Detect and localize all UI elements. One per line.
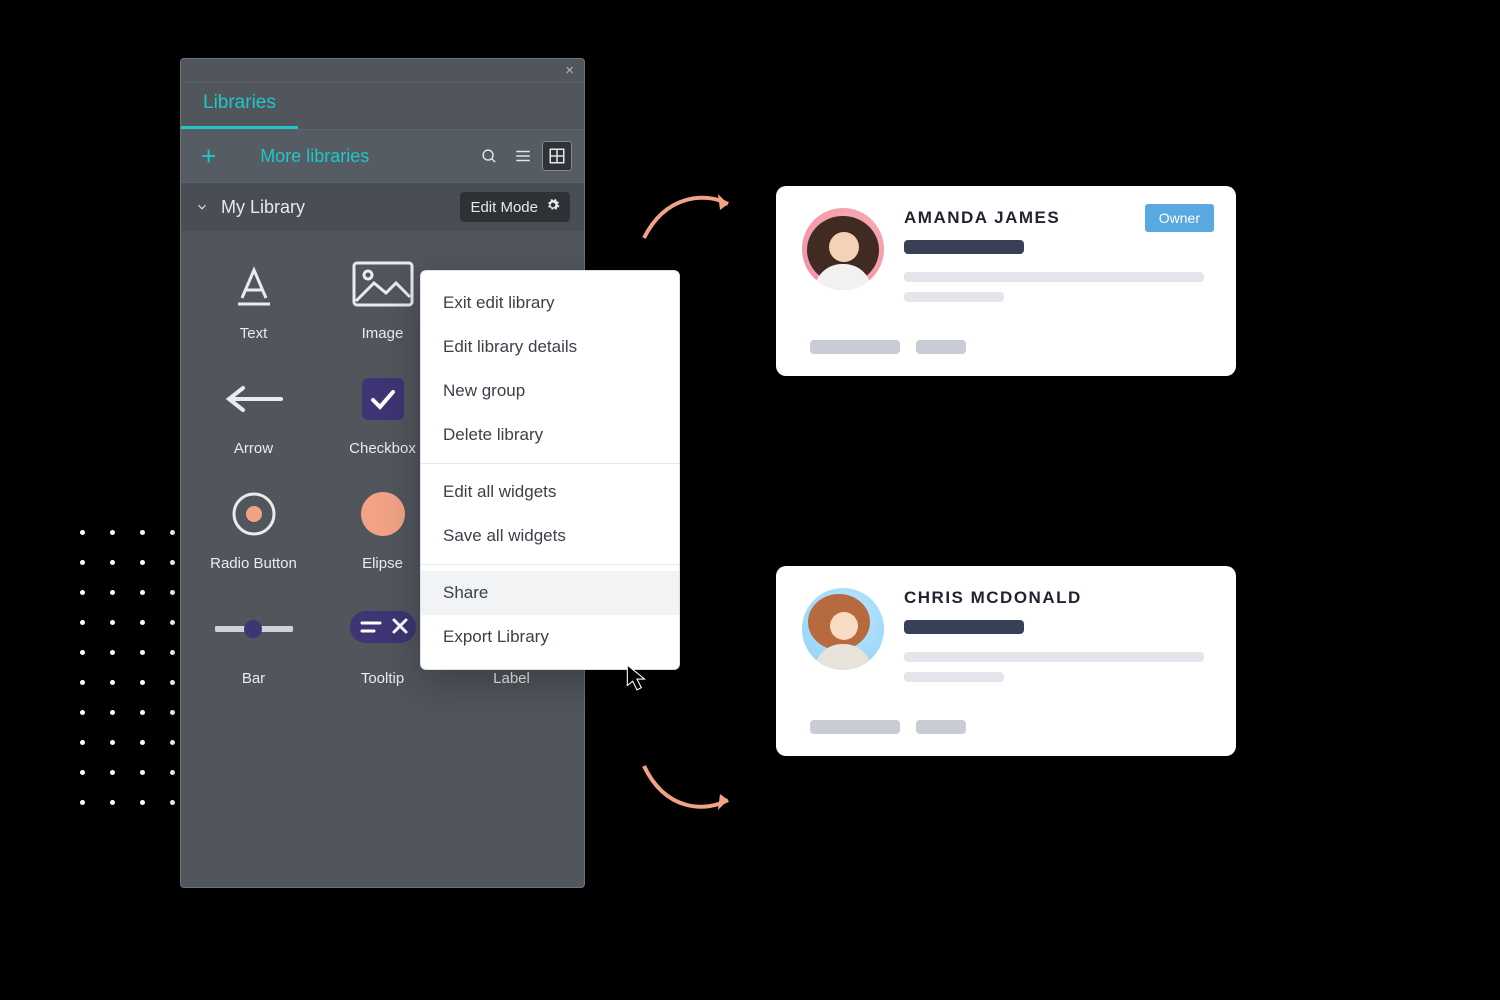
chevron-down-icon xyxy=(195,200,209,214)
gear-icon xyxy=(546,198,560,216)
widget-bar[interactable]: Bar xyxy=(189,600,318,687)
menu-item-share[interactable]: Share xyxy=(421,571,679,615)
panel-tabs: Libraries xyxy=(181,83,584,129)
more-libraries-link[interactable]: More libraries xyxy=(260,146,369,167)
edit-mode-label: Edit Mode xyxy=(470,199,538,216)
user-name: CHRIS MCDONALD xyxy=(904,588,1210,608)
panel-titlebar: × xyxy=(181,59,584,83)
menu-item-delete-library[interactable]: Delete library xyxy=(421,413,679,457)
user-card-chris-mcdonald: CHRIS MCDONALD xyxy=(776,566,1236,756)
placeholder-chip xyxy=(916,340,966,354)
widget-radio[interactable]: Radio Button xyxy=(189,485,318,572)
placeholder-chip xyxy=(810,720,900,734)
add-button[interactable]: + xyxy=(193,139,224,174)
menu-item-edit-details[interactable]: Edit library details xyxy=(421,325,679,369)
search-icon[interactable] xyxy=(474,141,504,171)
panel-toolbar: + More libraries xyxy=(181,129,584,183)
share-arrow-2-icon xyxy=(636,756,746,826)
list-view-icon[interactable] xyxy=(508,141,538,171)
menu-item-save-all-widgets[interactable]: Save all widgets xyxy=(421,514,679,558)
edit-mode-button[interactable]: Edit Mode xyxy=(460,192,570,222)
widget-label: Tooltip xyxy=(361,670,404,687)
widget-label: Label xyxy=(493,670,530,687)
placeholder-line xyxy=(904,240,1024,254)
grid-view-icon[interactable] xyxy=(542,141,572,171)
placeholder-line xyxy=(904,272,1204,282)
library-section-header[interactable]: My Library Edit Mode xyxy=(181,183,584,231)
share-arrow-1-icon xyxy=(636,180,746,250)
placeholder-line xyxy=(904,652,1204,662)
placeholder-chip xyxy=(810,340,900,354)
widget-text[interactable]: Text xyxy=(189,255,318,342)
widget-label: Elipse xyxy=(362,555,403,572)
owner-badge: Owner xyxy=(1145,204,1214,232)
placeholder-line xyxy=(904,620,1024,634)
menu-item-new-group[interactable]: New group xyxy=(421,369,679,413)
user-card-amanda-james: Owner AMANDA JAMES xyxy=(776,186,1236,376)
placeholder-line xyxy=(904,672,1004,682)
widget-arrow[interactable]: Arrow xyxy=(189,370,318,457)
widget-label: Image xyxy=(362,325,404,342)
library-context-menu: Exit edit library Edit library details N… xyxy=(420,270,680,670)
avatar xyxy=(802,208,884,290)
widget-label: Bar xyxy=(242,670,265,687)
widget-label: Text xyxy=(240,325,268,342)
widget-label: Arrow xyxy=(234,440,273,457)
menu-item-edit-all-widgets[interactable]: Edit all widgets xyxy=(421,470,679,514)
avatar xyxy=(802,588,884,670)
tab-libraries[interactable]: Libraries xyxy=(181,82,298,129)
placeholder-chip xyxy=(916,720,966,734)
library-name: My Library xyxy=(221,197,305,218)
close-icon[interactable]: × xyxy=(561,62,578,79)
menu-item-export-library[interactable]: Export Library xyxy=(421,615,679,659)
menu-item-exit-edit[interactable]: Exit edit library xyxy=(421,281,679,325)
placeholder-line xyxy=(904,292,1004,302)
widget-label: Checkbox xyxy=(349,440,416,457)
widget-label: Radio Button xyxy=(210,555,297,572)
